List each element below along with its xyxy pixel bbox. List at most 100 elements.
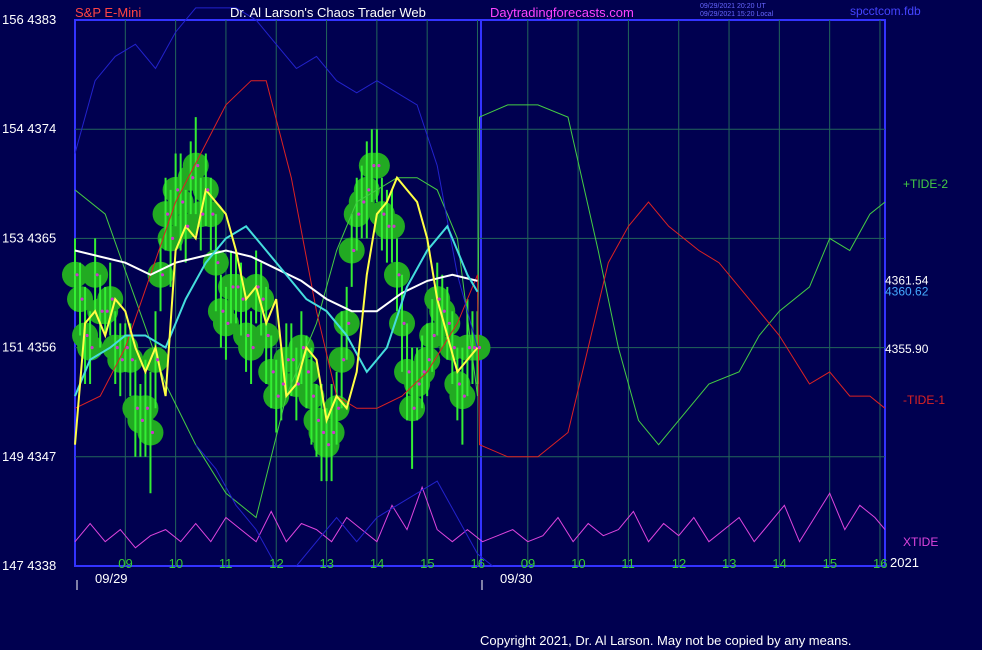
price-dot	[181, 200, 185, 204]
x-tick-label: 10	[169, 556, 183, 571]
x-tick-label: 09	[118, 556, 132, 571]
price-dot	[100, 309, 104, 313]
price-dot	[467, 346, 472, 350]
price-dot	[382, 212, 386, 216]
price-dot	[321, 430, 326, 435]
price-dot	[251, 346, 255, 350]
y-tick-label: 147 4338	[2, 558, 56, 573]
y-tick-label: 156 4383	[2, 12, 56, 27]
x-tick-label: 16	[873, 556, 887, 571]
price-dot	[397, 273, 401, 277]
price-dot	[90, 346, 94, 350]
price-dot	[291, 358, 295, 362]
price-dot	[221, 309, 225, 313]
instrument-title: S&P E-Mini	[75, 5, 141, 20]
price-dot	[286, 358, 290, 362]
price-dot	[402, 321, 406, 325]
price-dot	[95, 273, 99, 277]
site-title: Dr. Al Larson's Chaos Trader Web	[230, 5, 426, 20]
price-labels: 4361.544360.624355.90	[885, 273, 929, 355]
x-tick-label: 16	[470, 556, 484, 571]
timestamp-ut: 09/29/2021 20:20 UT	[700, 3, 766, 10]
price-dot	[120, 358, 124, 362]
price-dot	[392, 224, 396, 228]
price-dot	[301, 346, 305, 350]
price-dot	[85, 333, 89, 338]
price-dot	[160, 273, 165, 277]
price-dot	[135, 406, 139, 410]
price-dot	[432, 333, 436, 338]
price-dot	[347, 321, 351, 325]
price-dot	[296, 382, 300, 386]
x-tick-label: 11	[219, 556, 233, 571]
copyright: Copyright 2021, Dr. Al Larson. May not b…	[480, 633, 851, 648]
price-dot	[306, 370, 311, 374]
x-tick-label: 14	[772, 556, 786, 571]
price-dot	[75, 273, 79, 277]
brand-label: spcctcom.fdb	[850, 4, 921, 18]
price-dot	[447, 321, 451, 325]
date-label: 09/30	[500, 571, 533, 586]
price-dot	[472, 346, 477, 350]
price-dot	[80, 297, 84, 301]
price-dot	[186, 224, 190, 228]
price-dot	[145, 406, 150, 410]
price-dot	[337, 406, 341, 410]
price-dot	[125, 346, 129, 350]
price-dot	[105, 309, 109, 313]
price-dot	[367, 188, 371, 192]
price-dot	[206, 188, 210, 192]
price-dot	[246, 333, 250, 338]
price-dot	[241, 297, 245, 301]
site-url[interactable]: Daytradingforecasts.com	[490, 5, 634, 20]
y-tick-label: 151 4356	[2, 340, 56, 355]
price-dot	[477, 346, 482, 350]
x-tick-label: 09	[521, 556, 535, 571]
price-dot	[311, 394, 316, 398]
price-dot	[326, 443, 331, 447]
date-label: 09/29	[95, 571, 128, 586]
price-dot	[422, 370, 426, 374]
x-tick-label: 13	[722, 556, 736, 571]
price-dot	[442, 309, 446, 313]
price-dot	[165, 212, 170, 216]
x-tick-label: 12	[672, 556, 686, 571]
price-dot	[216, 261, 220, 265]
price-dot	[110, 297, 114, 301]
chart-canvas: 156 4383 154 4374 153 4365 151 4356 149 4347…	[2, 3, 948, 648]
price-dot	[342, 358, 346, 362]
tide-down-label: -TIDE-1	[903, 393, 945, 407]
price-dot	[201, 212, 205, 216]
price-dot	[281, 382, 285, 386]
price-dot	[377, 164, 381, 168]
x-tick-label: 12	[269, 556, 283, 571]
price-dot	[191, 176, 195, 180]
x-tick-label: 14	[370, 556, 384, 571]
price-dot	[231, 285, 235, 289]
tide-up-label: +TIDE-2	[903, 177, 948, 191]
price-dot	[211, 212, 215, 216]
price-dot	[352, 248, 356, 253]
x-tick-label: 10	[571, 556, 585, 571]
price-label: 4360.62	[885, 285, 929, 299]
price-dot	[362, 200, 366, 204]
price-dot	[236, 285, 240, 289]
xtide-label: XTIDE	[903, 535, 938, 549]
y-tick-label: 153 4365	[2, 230, 56, 245]
price-dot	[130, 358, 134, 362]
price-dot	[140, 418, 145, 422]
price-dot	[452, 346, 456, 350]
timestamp-local: 09/29/2021 15:20 Local	[700, 11, 774, 18]
price-dot	[176, 188, 180, 192]
year-label: 2021	[890, 555, 919, 570]
price-dot	[150, 430, 155, 435]
price-dot	[256, 285, 260, 289]
price-dot	[437, 297, 441, 301]
price-dot	[276, 394, 280, 398]
price-dot	[261, 297, 265, 301]
price-dot	[372, 164, 376, 168]
y-tick-label: 154 4374	[2, 121, 56, 136]
price-dot	[462, 394, 466, 398]
price-dot	[331, 430, 336, 435]
price-dot	[407, 370, 411, 374]
